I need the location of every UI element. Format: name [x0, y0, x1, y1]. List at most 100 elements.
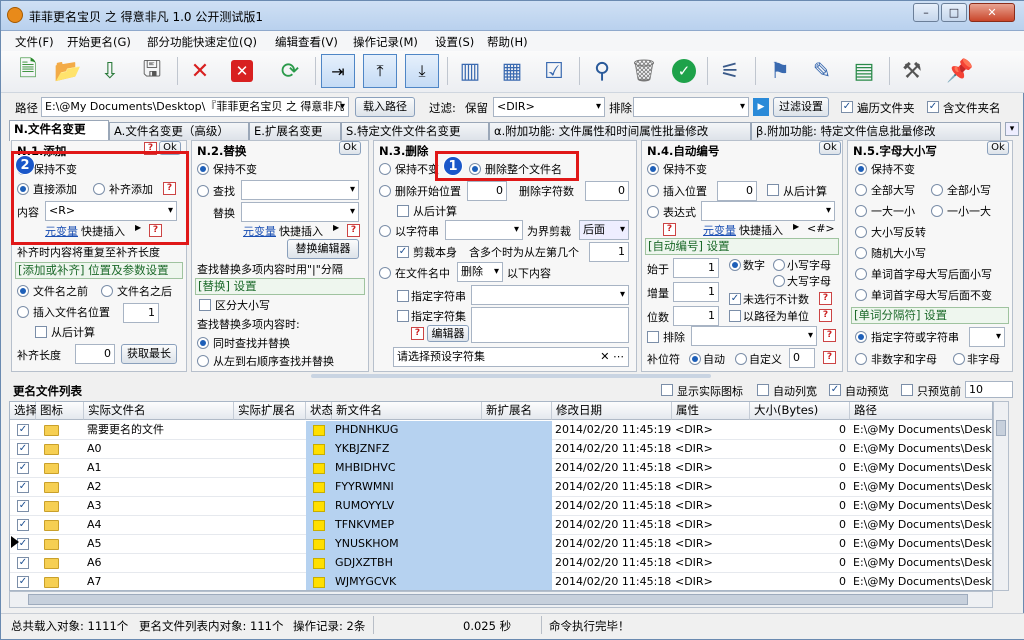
- splitter-handle[interactable]: [311, 374, 711, 378]
- non-alnum-radio[interactable]: [855, 353, 867, 365]
- insert-pos-radio[interactable]: [647, 185, 659, 197]
- lower-upper-radio[interactable]: [931, 205, 943, 217]
- col-select[interactable]: 选择: [10, 402, 37, 420]
- exclude-checkbox[interactable]: [647, 331, 659, 343]
- select-cell[interactable]: ✓: [10, 459, 36, 478]
- show-icon-checkbox[interactable]: [661, 384, 673, 396]
- new-name-cell[interactable]: YKBJZNFZ: [332, 440, 482, 459]
- new-name-cell[interactable]: YNUSKHOM: [332, 535, 482, 554]
- auto-width-checkbox[interactable]: [757, 384, 769, 396]
- new-name-cell[interactable]: WJMYGCVK: [332, 573, 482, 590]
- select-cell[interactable]: ✓: [10, 421, 36, 440]
- keep-filter-combo[interactable]: <DIR>: [493, 97, 605, 117]
- columns-icon[interactable]: ▦: [495, 54, 529, 88]
- tab-attributes[interactable]: α.附加功能: 文件属性和时间属性批量修改: [489, 122, 751, 140]
- meta-variable-link[interactable]: 元变量: [703, 222, 736, 238]
- delete-start-spinner[interactable]: 0: [467, 181, 507, 201]
- skip-unselected-checkbox[interactable]: ✓: [729, 293, 741, 305]
- help-icon[interactable]: ?: [663, 223, 676, 236]
- select-cell[interactable]: ✓: [10, 497, 36, 516]
- spec-string-combo[interactable]: [471, 285, 629, 305]
- help-icon[interactable]: ?: [819, 292, 832, 305]
- clear-dots-icon[interactable]: ✕ ⋯: [600, 348, 624, 366]
- row-checkbox[interactable]: ✓: [17, 519, 29, 531]
- digit-radio[interactable]: [729, 259, 741, 271]
- maximize-button[interactable]: □: [941, 3, 967, 22]
- move-top-icon[interactable]: ⤒: [363, 54, 397, 88]
- play-icon[interactable]: ▶: [753, 98, 769, 116]
- from-end-checkbox[interactable]: [35, 326, 47, 338]
- import-icon[interactable]: ⇩: [93, 54, 127, 88]
- menu-quick-locate[interactable]: 部分功能快速定位(Q): [147, 34, 257, 50]
- menu-history[interactable]: 操作记录(M): [353, 34, 418, 50]
- select-cell[interactable]: ✓: [10, 554, 36, 573]
- exclude-filter-combo[interactable]: [633, 97, 749, 117]
- help-icon[interactable]: ?: [823, 351, 836, 364]
- col-icon[interactable]: 图标: [36, 402, 84, 420]
- col-attr[interactable]: 属性: [672, 402, 750, 420]
- remove-icon[interactable]: ✕: [183, 54, 217, 88]
- quick-insert-label[interactable]: 快捷插入: [739, 222, 783, 238]
- start-spinner[interactable]: 1: [673, 258, 719, 278]
- new-ext-cell[interactable]: [482, 554, 552, 573]
- lower-radio[interactable]: [773, 259, 785, 271]
- replace-editor-button[interactable]: 替换编辑器: [287, 239, 359, 259]
- digits-spinner[interactable]: 1: [673, 306, 719, 326]
- new-ext-cell[interactable]: [482, 573, 552, 590]
- path-unit-checkbox[interactable]: [729, 310, 741, 322]
- spec-string-checkbox[interactable]: [397, 290, 409, 302]
- move-down-icon[interactable]: ⤓: [405, 54, 439, 88]
- word-upper-radio[interactable]: [855, 268, 867, 280]
- new-ext-cell[interactable]: [482, 497, 552, 516]
- tab-rename[interactable]: N.文件名变更: [9, 120, 109, 141]
- filter-settings-button[interactable]: 过滤设置: [773, 97, 829, 117]
- save-icon[interactable]: 🖫: [135, 54, 169, 88]
- select-cell[interactable]: ✓: [10, 516, 36, 535]
- scroll-thumb[interactable]: [996, 420, 1006, 436]
- non-letter-radio[interactable]: [953, 353, 965, 365]
- insert-position-spinner[interactable]: 1: [123, 303, 159, 323]
- case-keep-radio[interactable]: [855, 163, 867, 175]
- col-new-name[interactable]: 新文件名: [332, 402, 482, 420]
- auto-radio[interactable]: [689, 353, 701, 365]
- col-size[interactable]: 大小(Bytes): [750, 402, 850, 420]
- table-row[interactable]: ✓ A7 WJMYGCVK 2014/02/20 11:45:18 <DIR> 0 E:\@…: [10, 573, 992, 590]
- open-folder-icon[interactable]: 📂: [51, 54, 85, 88]
- new-name-cell[interactable]: GDJXZTBH: [332, 554, 482, 573]
- menu-help[interactable]: 帮助(H): [487, 34, 528, 50]
- custom-input[interactable]: 0: [789, 348, 815, 368]
- random-radio[interactable]: [855, 247, 867, 259]
- new-ext-cell[interactable]: [482, 421, 552, 440]
- simultaneous-radio[interactable]: [197, 337, 209, 349]
- row-checkbox[interactable]: ✓: [17, 481, 29, 493]
- new-file-icon[interactable]: 🗎: [11, 54, 45, 88]
- case-sensitive-checkbox[interactable]: [199, 299, 211, 311]
- in-name-radio[interactable]: [379, 267, 391, 279]
- refresh-icon[interactable]: ⟳: [273, 54, 307, 88]
- table-row[interactable]: ✓ A2 FYYRWMNI 2014/02/20 11:45:18 <DIR> 0 E:\@…: [10, 478, 992, 497]
- menu-file[interactable]: 文件(F): [15, 34, 54, 50]
- tab-extension[interactable]: E.扩展名变更: [249, 122, 341, 140]
- col-actual-ext[interactable]: 实际扩展名: [234, 402, 306, 420]
- table-row[interactable]: ✓ A1 MHBIDHVC 2014/02/20 11:45:18 <DIR> 0 E:\@…: [10, 459, 992, 478]
- delete-keep-radio[interactable]: [379, 163, 391, 175]
- apply-icon[interactable]: ✓: [667, 54, 701, 88]
- vertical-scrollbar[interactable]: [993, 401, 1009, 591]
- spec-char-combo[interactable]: [969, 327, 1005, 347]
- new-ext-cell[interactable]: [482, 535, 552, 554]
- preset-charset-combo[interactable]: 请选择预设字符集 ✕ ⋯: [393, 347, 629, 367]
- table-row[interactable]: ✓ A5 YNUSKHOM 2014/02/20 11:45:18 <DIR> 0 E:\@…: [10, 535, 992, 554]
- move-right-icon[interactable]: ⇥: [321, 54, 355, 88]
- delete-from-end-checkbox[interactable]: [397, 205, 409, 217]
- menu-start-rename[interactable]: 开始更名(G): [67, 34, 131, 50]
- delete-mode-combo[interactable]: 删除: [457, 262, 503, 282]
- hscroll-thumb[interactable]: [28, 594, 968, 605]
- tools-icon[interactable]: ⚒: [895, 54, 929, 88]
- trash-icon[interactable]: 🗑: [627, 54, 661, 88]
- new-name-cell[interactable]: PHDNHKUG: [332, 421, 482, 440]
- new-ext-cell[interactable]: [482, 516, 552, 535]
- number-keep-radio[interactable]: [647, 163, 659, 175]
- new-name-cell[interactable]: RUMOYYLV: [332, 497, 482, 516]
- flag-icon[interactable]: ⚑: [763, 54, 797, 88]
- select-cell[interactable]: ✓: [10, 573, 36, 590]
